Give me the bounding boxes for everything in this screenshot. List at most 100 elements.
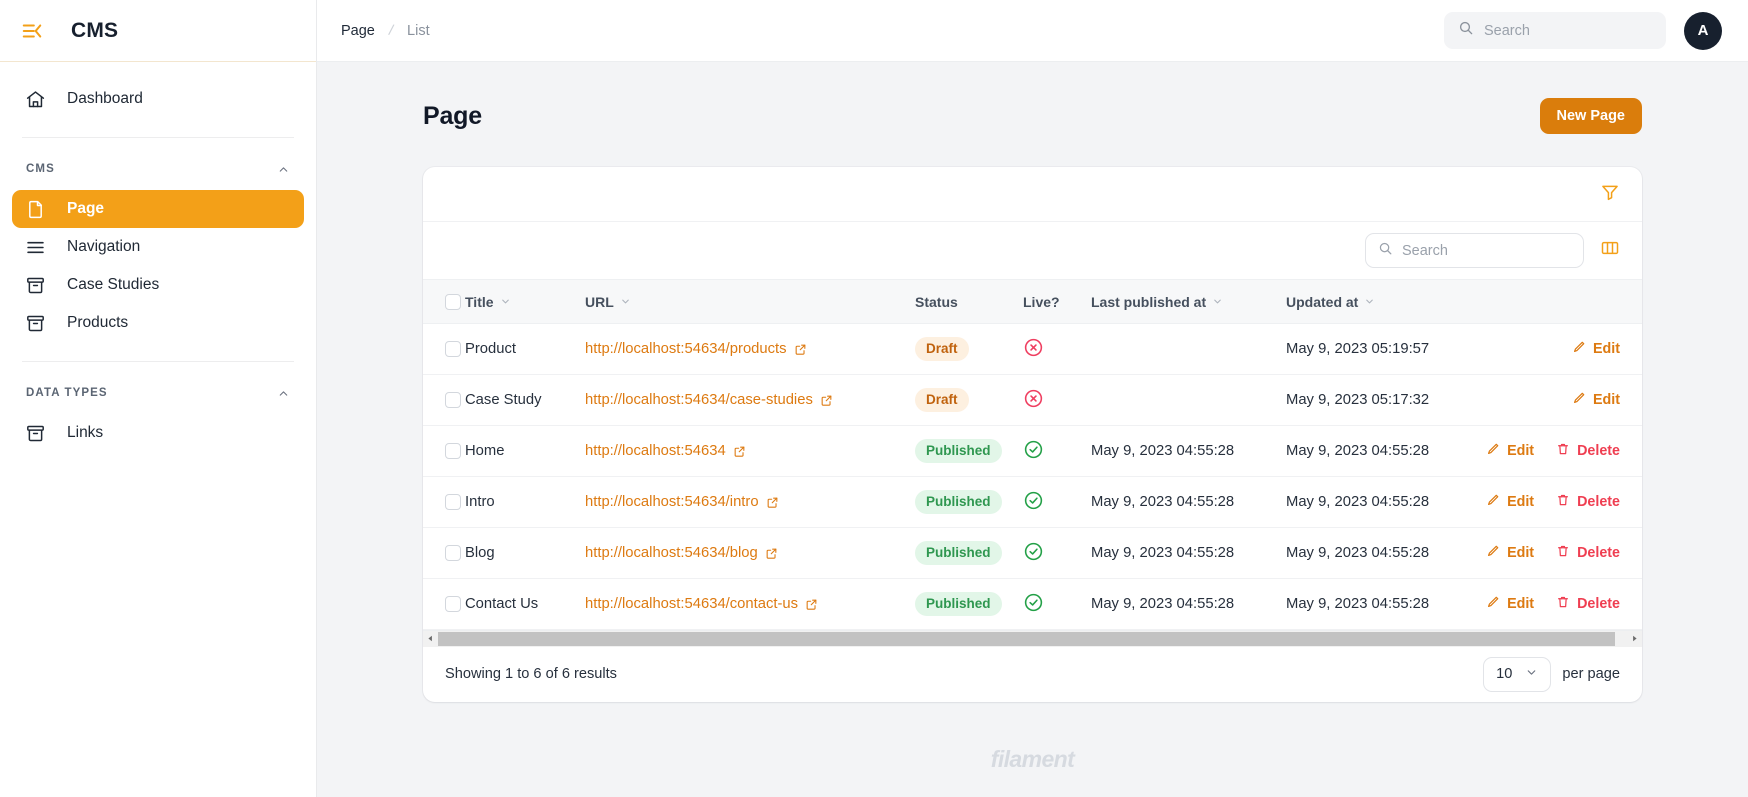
cell-last-published-at: May 9, 2023 04:55:28 (1091, 476, 1286, 528)
table-row[interactable]: Home http://localhost:54634 Published May 9… (423, 425, 1642, 477)
cell-last-published-at (1091, 374, 1286, 426)
edit-action[interactable]: Edit (1486, 595, 1534, 613)
row-checkbox[interactable] (445, 596, 461, 612)
sidebar-group-data-types[interactable]: DATA TYPES (12, 372, 304, 414)
row-checkbox[interactable] (445, 392, 461, 408)
column-header-title[interactable]: Title (465, 279, 585, 324)
status-badge: Draft (915, 387, 969, 413)
status-badge: Published (915, 489, 1002, 515)
external-link-icon (765, 547, 778, 560)
sidebar-item-navigation[interactable]: Navigation (12, 228, 304, 266)
edit-action[interactable]: Edit (1572, 340, 1620, 358)
row-url-link[interactable]: http://localhost:54634 (585, 443, 746, 459)
row-checkbox[interactable] (445, 545, 461, 561)
column-label: Last published at (1091, 293, 1207, 310)
edit-action[interactable]: Edit (1572, 391, 1620, 409)
row-select-cell (423, 578, 465, 630)
global-search-input[interactable] (1484, 22, 1652, 39)
chevron-up-icon[interactable] (277, 163, 290, 176)
row-url-text: http://localhost:54634/contact-us (585, 596, 799, 612)
scroll-left-arrow[interactable] (423, 630, 438, 647)
row-updated-at: May 9, 2023 05:19:57 (1286, 341, 1430, 357)
column-header-updated-at[interactable]: Updated at (1286, 279, 1486, 324)
chevron-down-icon[interactable] (1364, 294, 1375, 310)
columns-toggle-icon[interactable] (1600, 238, 1620, 263)
sidebar-item-label: Links (67, 424, 104, 441)
edit-action[interactable]: Edit (1486, 442, 1534, 460)
row-actions: Edit Delete (1486, 595, 1620, 613)
sidebar-item-products[interactable]: Products (12, 304, 304, 342)
table-row[interactable]: Case Study http://localhost:54634/case-st… (423, 374, 1642, 426)
row-title: Contact Us (465, 596, 539, 612)
chevron-down-icon[interactable] (500, 294, 511, 310)
cell-updated-at: May 9, 2023 04:55:28 (1286, 578, 1486, 630)
chevron-down-icon[interactable] (620, 294, 631, 310)
topbar: Page / List A (317, 0, 1748, 62)
trash-icon (1556, 544, 1570, 562)
funnel-filter-icon[interactable] (1600, 182, 1620, 207)
table-footer: Showing 1 to 6 of 6 results 10 per page (423, 646, 1642, 702)
table-row[interactable]: Contact Us http://localhost:54634/contact… (423, 578, 1642, 630)
cell-last-published-at: May 9, 2023 04:55:28 (1091, 425, 1286, 477)
sidebar-item-case-studies[interactable]: Case Studies (12, 266, 304, 304)
row-url-link[interactable]: http://localhost:54634/intro (585, 494, 779, 510)
scrollbar-thumb[interactable] (438, 631, 1616, 646)
sidebar-group-cms[interactable]: CMS (12, 148, 304, 190)
x-circle-icon (1023, 338, 1044, 362)
column-header-url[interactable]: URL (585, 279, 915, 324)
per-page-select[interactable]: 10 (1483, 656, 1552, 692)
external-link-icon (733, 445, 746, 458)
cell-live (1023, 374, 1091, 426)
chevron-down-icon[interactable] (1525, 666, 1538, 683)
breadcrumb: Page / List (341, 22, 430, 39)
avatar[interactable]: A (1684, 11, 1722, 50)
edit-action[interactable]: Edit (1486, 493, 1534, 511)
row-actions: Edit Delete (1486, 493, 1620, 511)
edit-action[interactable]: Edit (1486, 544, 1534, 562)
horizontal-scrollbar[interactable] (423, 630, 1642, 647)
breadcrumb-parent[interactable]: Page (341, 23, 375, 39)
row-last-published-at: May 9, 2023 04:55:28 (1091, 494, 1235, 510)
delete-action[interactable]: Delete (1556, 595, 1620, 613)
table-row[interactable]: Blog http://localhost:54634/blog Published… (423, 527, 1642, 579)
scroll-right-arrow[interactable] (1627, 630, 1642, 647)
per-page-control: 10 per page (1483, 656, 1620, 692)
select-all-checkbox[interactable] (445, 293, 461, 310)
row-url-link[interactable]: http://localhost:54634/blog (585, 545, 778, 561)
cell-actions: Edit (1486, 374, 1642, 426)
sidebar-header: CMS (0, 0, 316, 62)
row-checkbox[interactable] (445, 494, 461, 510)
new-page-button[interactable]: New Page (1539, 98, 1642, 134)
delete-action[interactable]: Delete (1556, 544, 1620, 562)
sidebar-item-dashboard[interactable]: Dashboard (12, 80, 304, 118)
chevron-up-icon[interactable] (277, 387, 290, 400)
search-icon (1458, 20, 1474, 41)
chevron-down-icon[interactable] (1212, 294, 1223, 310)
edit-label: Edit (1507, 494, 1535, 510)
collapse-sidebar-icon[interactable] (21, 20, 43, 42)
global-search[interactable] (1444, 12, 1666, 49)
row-url-link[interactable]: http://localhost:54634/case-studies (585, 392, 833, 408)
delete-action[interactable]: Delete (1556, 493, 1620, 511)
row-checkbox[interactable] (445, 341, 461, 357)
cell-actions: Edit Delete (1486, 476, 1642, 528)
cell-title: Home (465, 425, 585, 477)
column-header-last-published-at[interactable]: Last published at (1091, 279, 1286, 324)
row-url-link[interactable]: http://localhost:54634/products (585, 341, 807, 357)
scrollbar-track[interactable] (438, 630, 1627, 647)
sidebar-item-links[interactable]: Links (12, 414, 304, 452)
table-search-input[interactable] (1402, 242, 1571, 259)
table-row[interactable]: Product http://localhost:54634/products Dr… (423, 323, 1642, 375)
table-search[interactable] (1365, 233, 1584, 268)
row-url-link[interactable]: http://localhost:54634/contact-us (585, 596, 818, 612)
column-label: Live? (1023, 293, 1060, 310)
delete-action[interactable]: Delete (1556, 442, 1620, 460)
table-row[interactable]: Intro http://localhost:54634/intro Publish… (423, 476, 1642, 528)
table-body: Product http://localhost:54634/products Dr… (423, 323, 1642, 630)
cell-url: http://localhost:54634 (585, 425, 915, 477)
cell-status: Draft (915, 374, 1023, 426)
sidebar-item-page[interactable]: Page (12, 190, 304, 228)
row-checkbox[interactable] (445, 443, 461, 459)
delete-label: Delete (1577, 596, 1620, 612)
home-icon (25, 89, 46, 110)
